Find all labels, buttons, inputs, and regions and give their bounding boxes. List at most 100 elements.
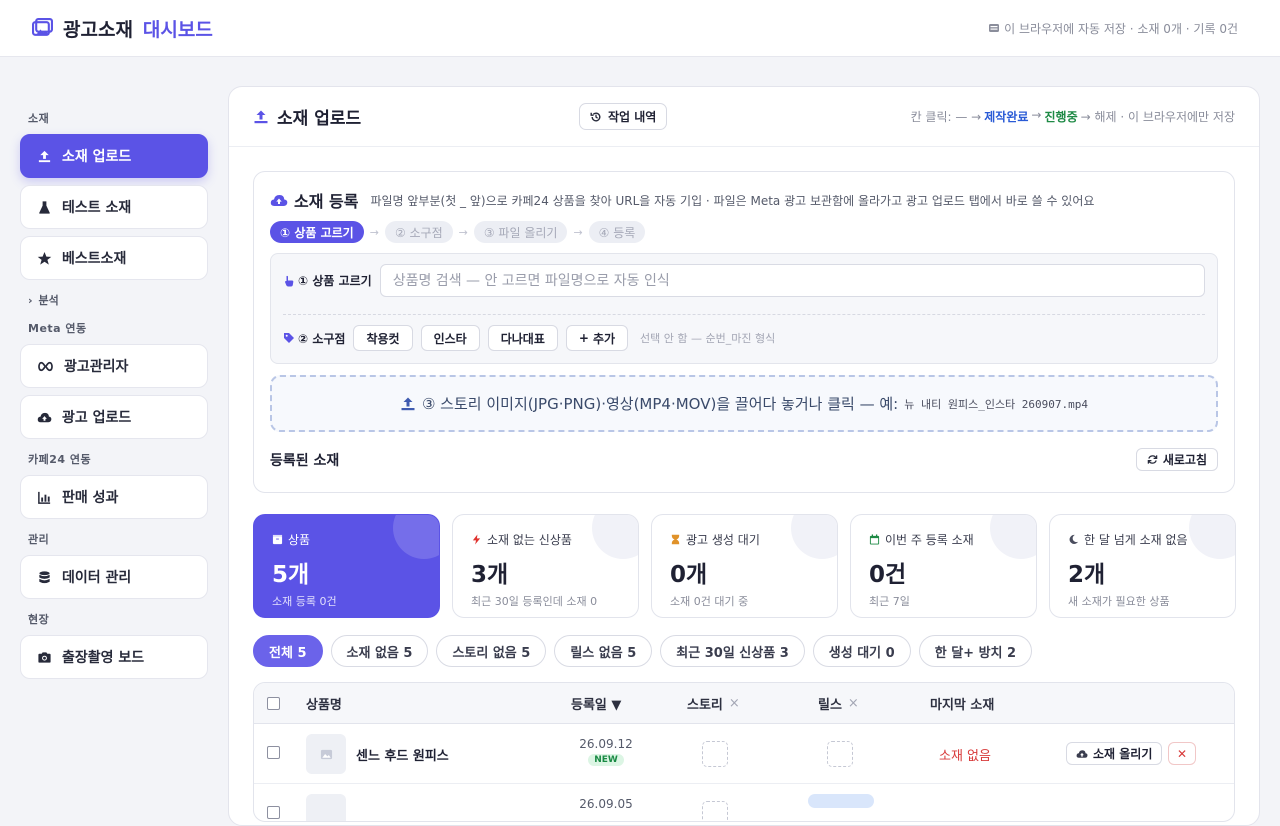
stat-card-no-asset-new[interactable]: 소재 없는 신상품 3개 최근 30일 등록인데 소재 0: [452, 514, 639, 618]
stat-card-this-week[interactable]: 이번 주 등록 소재 0건 최근 7일: [850, 514, 1037, 618]
history-button[interactable]: 작업 내역: [579, 103, 668, 130]
sidebar-item-best[interactable]: 베스트소재: [20, 236, 208, 280]
upload-icon: [38, 150, 51, 162]
add-chip-label: 추가: [592, 331, 616, 346]
step-file[interactable]: ③ 파일 올리기: [473, 221, 568, 243]
appeal-row: ② 소구점 착용컷 인스타 다나대표 + 추가 선택 안 함 — 순번_마진 형…: [283, 325, 1205, 351]
refresh-button[interactable]: 새로고침: [1135, 448, 1218, 471]
hint-progress: 진행중: [1044, 110, 1078, 124]
sidebar-item-sales[interactable]: 판매 성과: [20, 475, 208, 519]
register-title-text: 소재 등록: [294, 192, 359, 211]
chip-instagram[interactable]: 인스타: [420, 325, 480, 351]
product-search-input[interactable]: [379, 264, 1205, 297]
dropzone-text: ③ 스토리 이미지(JPG·PNG)·영상(MP4·MOV)을 끌어다 놓거나 …: [421, 395, 899, 413]
chip-dana-rep[interactable]: 다나대표: [487, 325, 558, 351]
close-icon[interactable]: ×: [848, 696, 859, 711]
filter-pending[interactable]: 생성 대기 0: [812, 635, 911, 667]
stat-card-pending[interactable]: 광고 생성 대기 0개 소재 0건 대기 중: [651, 514, 838, 618]
story-slot[interactable]: [702, 741, 728, 767]
table-row[interactable]: 26.09.05: [254, 784, 1234, 821]
filter-no-asset[interactable]: 소재 없음 5: [330, 635, 429, 667]
select-all-checkbox[interactable]: [267, 697, 280, 710]
stat-value: 3개: [471, 562, 509, 588]
table-row[interactable]: 센느 후드 원피스 26.09.12 NEW 소재 없음 소재 올리기 ✕: [254, 724, 1234, 784]
sidebar-item-label: 베스트소재: [62, 251, 127, 267]
sidebar-item-ad-upload[interactable]: 광고 업로드: [20, 395, 208, 439]
appeal-label: ② 소구점: [283, 330, 345, 347]
step-appeal[interactable]: ② 소구점: [384, 221, 453, 243]
date-text: 26.09.12: [579, 737, 633, 751]
product-pick-row: ① 상품 고르기: [283, 264, 1205, 297]
sidebar-group-field: 현장: [28, 613, 50, 626]
history-label: 작업 내역: [608, 110, 657, 124]
sidebar-item-shoot[interactable]: 출장촬영 보드: [20, 635, 208, 679]
story-slot[interactable]: [702, 801, 728, 821]
step-register[interactable]: ④ 등록: [588, 221, 646, 243]
register-title: 소재 등록: [270, 188, 358, 212]
divider: [283, 314, 1205, 315]
stat-label-text: 이번 주 등록 소재: [885, 533, 974, 547]
product-date: 26.09.12 NEW: [576, 737, 636, 766]
registered-label: 등록된 소재: [270, 452, 340, 469]
sidebar-item-ads-manager[interactable]: 광고관리자: [20, 344, 208, 388]
cloud-upload-icon: [37, 412, 52, 422]
filter-new-30d[interactable]: 최근 30일 신상품 3: [660, 635, 805, 667]
filter-stale[interactable]: 한 달+ 방치 2: [918, 635, 1033, 667]
brand-accent: 대시보드: [142, 18, 213, 41]
chevron-right-icon: ›: [28, 293, 33, 307]
register-panel: 소재 등록 파일명 앞부분(첫 _ 앞)으로 카페24 상품을 찾아 URL을 …: [253, 171, 1235, 493]
delete-button[interactable]: ✕: [1168, 742, 1196, 765]
col-date-sort[interactable]: 등록일 ▼: [571, 694, 621, 713]
pointer-hand-icon: [285, 275, 294, 286]
image-icon: [32, 17, 53, 36]
col-product-name: 상품명: [306, 697, 342, 713]
sidebar-item-upload[interactable]: 소재 업로드: [20, 134, 208, 178]
meta-infinity-icon: [38, 361, 53, 371]
sidebar-group-cafe24: 카페24 연동: [28, 453, 92, 466]
stat-card-stale[interactable]: 한 달 넘게 소재 없음 2개 새 소재가 필요한 상품: [1049, 514, 1236, 618]
register-header: 소재 등록 파일명 앞부분(첫 _ 앞)으로 카페24 상품을 찾아 URL을 …: [270, 188, 1218, 212]
sidebar: 소재 소재 업로드 테스트 소재 베스트소재 › 분석 Meta 연동 광고관리…: [20, 100, 208, 686]
row-checkbox[interactable]: [267, 806, 280, 819]
sidebar-item-test[interactable]: 테스트 소재: [20, 185, 208, 229]
filter-no-story[interactable]: 스토리 없음 5: [436, 635, 547, 667]
asset-upload-button[interactable]: 소재 올리기: [1066, 742, 1163, 765]
stat-label: 한 달 넘게 소재 없음: [1068, 531, 1217, 548]
stat-value: 5개: [272, 562, 310, 588]
main-header: 소재 업로드 작업 내역 칸 클릭: — → 제작완료 → 진행중 → 해제 ·…: [229, 87, 1259, 147]
step-pick[interactable]: ① 상품 고르기: [270, 221, 364, 243]
stat-label: 이번 주 등록 소재: [869, 531, 1018, 548]
add-chip-button[interactable]: + 추가: [565, 325, 629, 351]
sidebar-item-label: 광고 업로드: [62, 410, 132, 426]
sidebar-item-data[interactable]: 데이터 관리: [20, 555, 208, 599]
product-name[interactable]: 센느 후드 원피스: [356, 745, 449, 764]
moon-icon: [1069, 534, 1079, 545]
reels-slot[interactable]: [827, 741, 853, 767]
last-asset-status: 소재 없음: [939, 749, 991, 764]
chip-wearing-shot[interactable]: 착용컷: [353, 325, 413, 351]
filter-all[interactable]: 전체 5: [253, 635, 323, 667]
sidebar-group-material: 소재: [28, 112, 50, 125]
col-story: 스토리 ×: [687, 694, 740, 713]
refresh-label: 새로고침: [1162, 453, 1207, 467]
brand[interactable]: 광고소재 대시보드: [32, 15, 213, 42]
file-dropzone[interactable]: ③ 스토리 이미지(JPG·PNG)·영상(MP4·MOV)을 끌어다 놓거나 …: [270, 375, 1218, 432]
filter-no-reels[interactable]: 릴스 없음 5: [554, 635, 653, 667]
stat-label: 상품: [272, 531, 421, 548]
row-checkbox[interactable]: [267, 746, 280, 759]
storage-text: 이 브라우저에 자동 저장 · 소재 0개 · 기록 0건: [1004, 21, 1238, 36]
stat-card-products[interactable]: 상품 5개 소재 등록 0건: [253, 514, 440, 618]
database-icon: [39, 570, 50, 583]
appeal-hint: 선택 안 함 — 순번_마진 형식: [640, 332, 776, 345]
col-reels: 릴스 ×: [818, 694, 859, 713]
arrow-right-icon: →: [369, 225, 379, 239]
close-icon[interactable]: ×: [729, 696, 740, 711]
stat-sub: 최근 7일: [869, 595, 910, 608]
stat-cards: 상품 5개 소재 등록 0건 소재 없는 신상품 3개 최근 30일 등록인데 …: [253, 514, 1236, 618]
analysis-label: 분석: [38, 294, 59, 307]
cloud-upload-icon: [270, 195, 288, 206]
sidebar-item-label: 출장촬영 보드: [62, 650, 145, 666]
sidebar-group-analysis[interactable]: › 분석: [28, 292, 200, 308]
page-title-text: 소재 업로드: [277, 109, 362, 129]
stat-sub: 소재 0건 대기 중: [670, 595, 749, 608]
